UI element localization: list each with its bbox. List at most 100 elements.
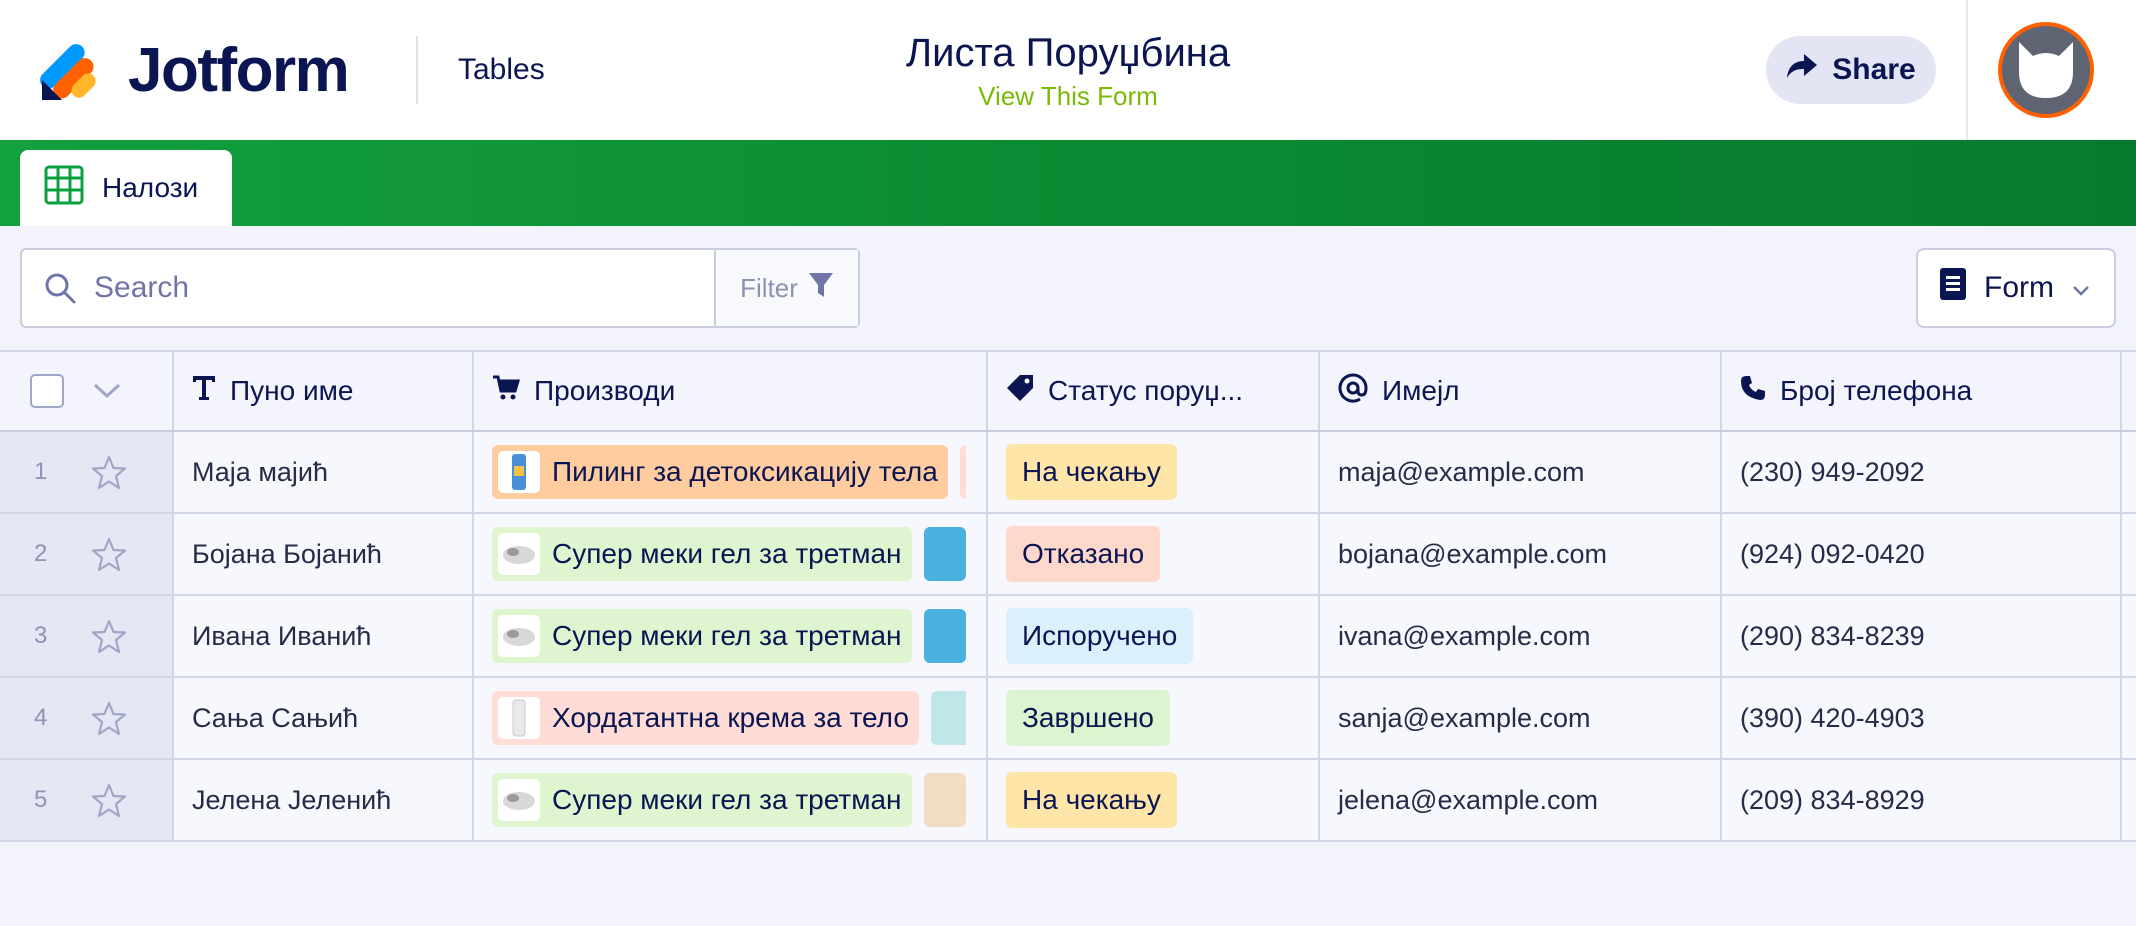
table-row[interactable]: 4 Сања Сањић Хордатантна крема за тело З… [0, 678, 2136, 760]
cell-full-name[interactable]: Бојана Бојанић [172, 514, 472, 594]
filter-label: Filter [740, 272, 798, 303]
chevron-down-icon[interactable] [92, 382, 122, 405]
product-chip[interactable]: Пилинг за детоксикацију тела [492, 445, 948, 499]
cell-email[interactable]: maja@example.com [1318, 432, 1720, 512]
phone-icon [1740, 375, 1766, 408]
product-thumbnail [498, 779, 540, 821]
star-icon[interactable] [90, 536, 128, 579]
select-all-checkbox[interactable] [30, 374, 64, 408]
table-row[interactable]: 5 Јелена Јеленић Супер меки гел за третм… [0, 760, 2136, 842]
tab-orders[interactable]: Налози [20, 150, 232, 226]
row-number: 5 [34, 786, 48, 813]
share-button[interactable]: Share [1766, 36, 1936, 104]
search-input[interactable] [94, 266, 714, 310]
cell-email[interactable]: jelena@example.com [1318, 760, 1720, 840]
product-chip[interactable]: Супер меки гел за третман [492, 527, 912, 581]
column-header-phone[interactable]: Број телефона [1720, 352, 2120, 430]
cell-email[interactable]: ivana@example.com [1318, 596, 1720, 676]
row-number: 4 [34, 704, 48, 731]
view-form-link[interactable]: View This Form [768, 80, 1368, 112]
grid-icon [44, 165, 84, 212]
status-badge[interactable]: На чекању [1006, 444, 1177, 500]
column-header-email[interactable]: Имејл [1318, 352, 1720, 430]
star-icon[interactable] [90, 700, 128, 743]
status-badge[interactable]: На чекању [1006, 772, 1177, 828]
product-chip-overflow [923, 773, 966, 827]
chevron-down-icon [2072, 271, 2090, 305]
tab-bar: Налози [0, 140, 2136, 226]
cell-order-status[interactable]: Отказано [986, 514, 1318, 594]
product-thumbnail [498, 451, 540, 493]
cart-icon [492, 375, 521, 408]
tab-label: Налози [102, 172, 199, 203]
row-number: 3 [34, 622, 48, 649]
cell-phone[interactable]: (230) 949-2092 [1720, 432, 2120, 512]
cell-order-status[interactable]: Завршено [986, 678, 1318, 758]
product-chip-overflow [923, 609, 966, 663]
product-thumbnail [498, 697, 540, 739]
cat-avatar-icon [2019, 42, 2073, 98]
search-icon [44, 272, 76, 309]
product-chip-overflow [923, 527, 966, 581]
product-chip[interactable]: Супер меки гел за третман [492, 609, 912, 663]
column-header-products[interactable]: Производи [472, 352, 986, 430]
table-row[interactable]: 3 Ивана Иванић Супер меки гел за третман… [0, 596, 2136, 678]
cell-full-name[interactable]: Ивана Иванић [172, 596, 472, 676]
cell-phone[interactable]: (390) 420-4903 [1720, 678, 2120, 758]
status-badge[interactable]: Испоручено [1006, 608, 1194, 664]
at-sign-icon [1338, 373, 1368, 410]
row-number: 2 [34, 540, 48, 567]
cell-full-name[interactable]: Маја мајић [172, 432, 472, 512]
filter-icon [808, 271, 834, 306]
cell-phone[interactable]: (924) 092-0420 [1720, 514, 2120, 594]
star-icon[interactable] [90, 618, 128, 661]
cell-products[interactable]: Супер меки гел за третман [472, 514, 966, 594]
jotform-logo-icon[interactable] [40, 36, 110, 102]
cell-phone[interactable]: (209) 834-8929 [1720, 760, 2120, 840]
table-row[interactable]: 2 Бојана Бојанић Супер меки гел за третм… [0, 514, 2136, 596]
page-title: Листа Поруџбина [905, 31, 1231, 75]
product-chip[interactable]: Супер меки гел за третман [492, 773, 912, 827]
form-view-button[interactable]: Form [1916, 248, 2116, 328]
document-icon [1940, 268, 1966, 308]
form-button-label: Form [1984, 271, 2054, 304]
brand-name[interactable]: Jotform [128, 36, 350, 106]
avatar[interactable] [1998, 22, 2094, 118]
cell-products[interactable]: Супер меки гел за третман [472, 760, 966, 840]
header-divider-right [1966, 0, 1968, 140]
cell-products[interactable]: Супер меки гел за третман [472, 596, 966, 676]
row-number: 1 [34, 458, 48, 485]
share-icon [1786, 53, 1818, 87]
cell-email[interactable]: sanja@example.com [1318, 678, 1720, 758]
cell-full-name[interactable]: Јелена Јеленић [172, 760, 472, 840]
star-icon[interactable] [90, 782, 128, 825]
cell-order-status[interactable]: На чекању [986, 432, 1318, 512]
status-badge[interactable]: Завршено [1006, 690, 1171, 746]
cell-products[interactable]: Пилинг за детоксикацију тела [472, 432, 966, 512]
share-label: Share [1832, 53, 1916, 86]
filter-button[interactable]: Filter [714, 250, 858, 326]
table-header-row: Пуно име Производи Статус поруџ... Имејл… [0, 350, 2136, 432]
cell-full-name[interactable]: Сања Сањић [172, 678, 472, 758]
product-thumbnail [498, 533, 540, 575]
cell-order-status[interactable]: На чекању [986, 760, 1318, 840]
product-chip[interactable]: Хордатантна крема за тело [492, 691, 919, 745]
product-thumbnail [498, 615, 540, 657]
top-header: Jotform Tables Листа Поруџбина View This… [0, 0, 2136, 140]
text-type-icon [192, 375, 216, 408]
table-row[interactable]: 1 Маја мајић Пилинг за детоксикацију тел… [0, 432, 2136, 514]
cell-email[interactable]: bojana@example.com [1318, 514, 1720, 594]
select-all-cell [0, 352, 172, 430]
cell-order-status[interactable]: Испоручено [986, 596, 1318, 676]
cell-phone[interactable]: (290) 834-8239 [1720, 596, 2120, 676]
tag-icon [1006, 374, 1034, 409]
column-header-full-name[interactable]: Пуно име [172, 352, 472, 430]
status-badge[interactable]: Отказано [1006, 526, 1161, 582]
tables-link[interactable]: Tables [458, 52, 545, 88]
column-header-order-status[interactable]: Статус поруџ... [986, 352, 1318, 430]
product-chip-overflow [959, 445, 966, 499]
star-icon[interactable] [90, 454, 128, 497]
search-bar: Filter [20, 248, 860, 328]
cell-products[interactable]: Хордатантна крема за тело [472, 678, 966, 758]
product-chip-overflow [930, 691, 966, 745]
